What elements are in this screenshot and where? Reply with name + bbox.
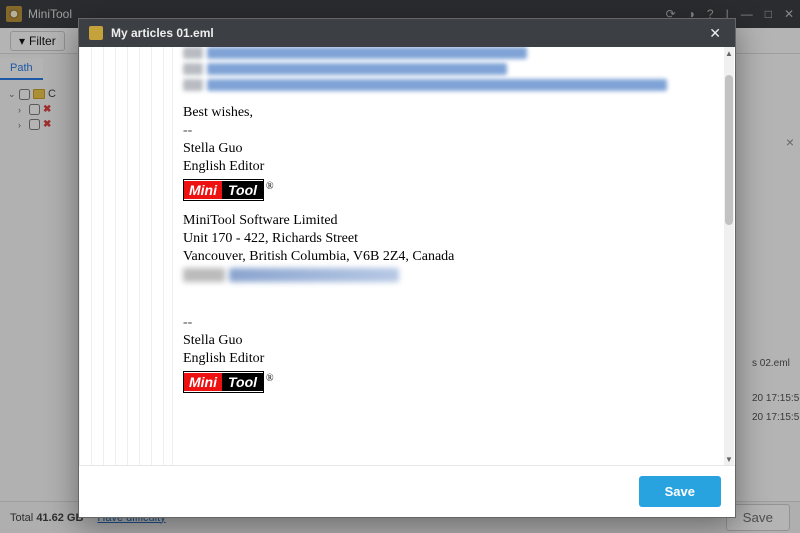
- modal-body: Best wishes, -- Stella Guo English Edito…: [79, 47, 735, 465]
- scroll-up-arrow[interactable]: ▲: [724, 47, 734, 59]
- redacted-link: [183, 63, 725, 75]
- logo-red-text: Mini: [184, 181, 222, 199]
- modal-title: My articles 01.eml: [111, 26, 697, 40]
- redacted-link: [183, 79, 725, 91]
- signature-separator: --: [183, 315, 725, 331]
- company-logo: Mini Tool ®: [183, 177, 725, 205]
- signature-separator: --: [183, 123, 725, 139]
- redacted-email-line: [183, 267, 725, 283]
- logo-black-text: Tool: [222, 373, 263, 391]
- email-closing: Best wishes,: [183, 105, 725, 121]
- company-logo: Mini Tool ®: [183, 369, 725, 397]
- registered-mark: ®: [266, 373, 274, 384]
- email-content: Best wishes, -- Stella Guo English Edito…: [173, 47, 735, 465]
- line-gutter: [79, 47, 173, 465]
- redacted-link: [183, 47, 725, 59]
- modal-close-button[interactable]: ✕: [705, 25, 725, 42]
- scroll-down-arrow[interactable]: ▼: [724, 453, 734, 465]
- registered-mark: ®: [266, 181, 274, 192]
- logo-red-text: Mini: [184, 373, 222, 391]
- signature-role: English Editor: [183, 159, 725, 175]
- vertical-scrollbar[interactable]: ▲ ▼: [724, 47, 734, 465]
- scroll-thumb[interactable]: [725, 75, 733, 225]
- modal-titlebar: My articles 01.eml ✕: [79, 19, 735, 47]
- preview-modal: My articles 01.eml ✕ Best wishes, -- Ste…: [78, 18, 736, 518]
- signature-role: English Editor: [183, 351, 725, 367]
- address-line-1: Unit 170 - 422, Richards Street: [183, 231, 725, 247]
- logo-black-text: Tool: [222, 181, 263, 199]
- signature-name: Stella Guo: [183, 141, 725, 157]
- file-icon: [89, 26, 103, 40]
- address-line-2: Vancouver, British Columbia, V6B 2Z4, Ca…: [183, 249, 725, 265]
- modal-footer: Save: [79, 465, 735, 517]
- save-button[interactable]: Save: [639, 476, 721, 507]
- company-name: MiniTool Software Limited: [183, 213, 725, 229]
- signature-name: Stella Guo: [183, 333, 725, 349]
